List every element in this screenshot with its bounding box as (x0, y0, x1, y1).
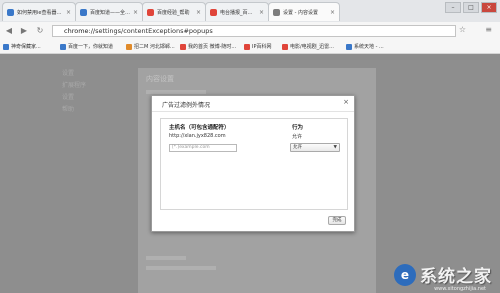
browser-tab-1[interactable]: 如何禁用ie查看器全屏... × (2, 2, 76, 21)
tab-title: 设置 - 内容设置 (283, 9, 318, 16)
bookmark-star-icon[interactable]: ☆ (459, 25, 466, 34)
tab-close-icon[interactable]: × (259, 9, 264, 16)
reload-icon[interactable]: ↻ (34, 25, 46, 37)
bookmark-item[interactable]: 系统天地 - ... (346, 43, 384, 50)
window-controls: – □ × (445, 2, 497, 13)
new-action-select[interactable]: 允许 ▼ (290, 143, 340, 152)
bookmark-item[interactable]: 电影/电视剧_迅雷... (282, 43, 334, 50)
menu-wrench-icon[interactable]: ≡ (485, 25, 492, 34)
bookmark-label: 电影/电视剧_迅雷... (290, 44, 334, 50)
minimize-icon[interactable]: – (445, 2, 461, 13)
bookmark-favicon-icon (3, 43, 9, 50)
tab-close-icon[interactable]: × (133, 9, 138, 16)
bookmark-item[interactable]: 神奇保藏家... (3, 43, 41, 50)
browser-tab-settings[interactable]: 设置 - 内容设置 × (268, 2, 340, 21)
forward-icon[interactable]: ▶ (18, 25, 30, 37)
tab-strip: 如何禁用ie查看器全屏... × 百度知道——全球最大中文... × 百度经验_… (0, 0, 500, 22)
bookmark-item[interactable]: 我的首页 微博-随时... (180, 43, 236, 50)
browser-tab-3[interactable]: 百度经验_帮助 × (142, 2, 206, 21)
done-button[interactable]: 完成 (328, 216, 346, 225)
window-close-icon[interactable]: × (481, 2, 497, 13)
bookmark-favicon-icon (126, 43, 132, 50)
tab-favicon-icon (7, 8, 14, 16)
exception-row-host[interactable]: http://xlan.jyx828.com (169, 133, 226, 139)
bg-placeholder-line (146, 256, 186, 260)
tab-favicon-icon (147, 8, 154, 16)
settings-favicon-icon (273, 8, 280, 16)
bg-panel-title: 内容设置 (146, 75, 174, 83)
exceptions-table: 主机名（可包含通配符） 行为 http://xlan.jyx828.com 允许… (160, 118, 348, 210)
dialog-close-icon[interactable]: × (343, 98, 349, 106)
browser-tab-4[interactable]: 电台播报_百度经验 × (205, 2, 269, 21)
bookmark-item[interactable]: 招二M 河北邯郸... (126, 43, 175, 50)
site-watermark: e 系统之家 (394, 262, 492, 287)
bookmark-favicon-icon (282, 43, 288, 50)
bookmark-label: 系统天地 - ... (354, 44, 384, 50)
tab-title: 百度经验_帮助 (157, 9, 190, 16)
bookmark-favicon-icon (346, 43, 352, 50)
tab-favicon-icon (80, 8, 87, 16)
bookmark-label: 我的首页 微博-随时... (188, 44, 237, 50)
browser-tab-2[interactable]: 百度知道——全球最大中文... × (75, 2, 143, 21)
tab-close-icon[interactable]: × (196, 9, 201, 16)
bookmark-label: 招二M 河北邯郸... (134, 44, 175, 50)
watermark-text: 系统之家 (420, 267, 492, 287)
bg-nav-item: 设置 (62, 94, 75, 101)
tab-title: 如何禁用ie查看器全屏... (17, 9, 64, 16)
bookmarks-bar: 神奇保藏家... 百度一下，你就知道 招二M 河北邯郸... 我的首页 微博-随… (0, 40, 500, 54)
column-header-action: 行为 (292, 125, 304, 131)
bookmark-label: 神奇保藏家... (11, 44, 41, 50)
tab-title: 电台播报_百度经验 (220, 9, 257, 16)
popup-exceptions-dialog: 广告过滤例外情况 × 主机名（可包含通配符） 行为 http://xlan.jy… (151, 95, 355, 232)
tab-favicon-icon (210, 8, 217, 16)
address-bar[interactable]: chrome://settings/contentExceptions#popu… (52, 25, 456, 37)
url-path: settings/contentExceptions#popups (95, 27, 213, 35)
column-header-hostname: 主机名（可包含通配符） (169, 125, 230, 131)
bookmark-favicon-icon (60, 43, 66, 50)
watermark-site: www.xitongzhijia.net (434, 286, 486, 292)
bg-nav-item: 扩展程序 (62, 82, 87, 89)
bg-placeholder-line (146, 266, 216, 270)
new-host-input[interactable]: [*.]example.com (169, 144, 237, 152)
bg-nav-item: 帮助 (62, 106, 75, 113)
bg-placeholder-line (146, 90, 206, 94)
bookmark-label: IP百科网 (252, 44, 272, 50)
tab-close-icon[interactable]: × (330, 9, 335, 16)
back-icon[interactable]: ◀ (3, 25, 15, 37)
watermark-logo-icon: e (394, 263, 416, 286)
tab-title: 百度知道——全球最大中文... (90, 9, 131, 16)
url-scheme: chrome:// (64, 27, 96, 35)
bookmark-item[interactable]: IP百科网 (244, 43, 272, 50)
select-value: 允许 (293, 145, 302, 150)
bookmark-favicon-icon (244, 43, 250, 50)
chevron-down-icon: ▼ (333, 145, 337, 150)
tab-close-icon[interactable]: × (66, 9, 71, 16)
browser-toolbar: ◀ ▶ ↻ chrome://settings/contentException… (0, 22, 500, 40)
bg-nav-item: 设置 (62, 70, 75, 77)
dialog-divider (152, 111, 354, 112)
bookmark-label: 百度一下，你就知道 (68, 44, 114, 50)
dialog-title: 广告过滤例外情况 (162, 102, 211, 109)
bookmark-favicon-icon (180, 43, 186, 50)
maximize-icon[interactable]: □ (463, 2, 479, 13)
bookmark-item[interactable]: 百度一下，你就知道 (60, 43, 113, 50)
exception-row-action[interactable]: 允许 (292, 133, 302, 140)
